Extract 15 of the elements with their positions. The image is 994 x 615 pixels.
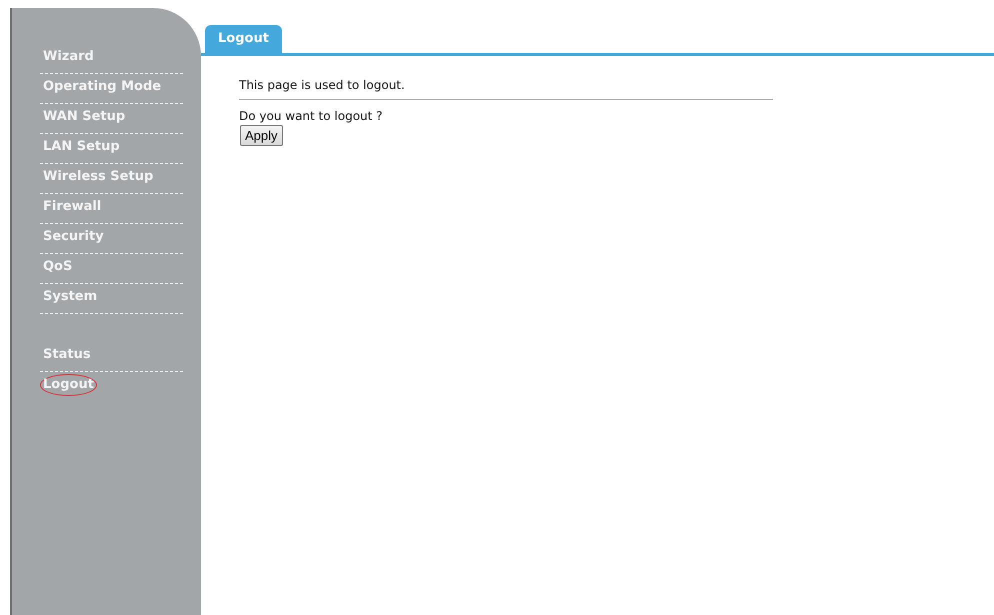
apply-button[interactable]: Apply [240, 124, 283, 146]
sidebar-item[interactable]: QoS [40, 254, 183, 284]
sidebar-item[interactable]: Wireless Setup [40, 164, 183, 194]
sidebar-item[interactable]: Firewall [40, 194, 183, 224]
page-description: This page is used to logout. [239, 76, 773, 100]
sidebar-item[interactable]: Wizard [40, 44, 183, 74]
sidebar-item[interactable]: WAN Setup [40, 104, 183, 134]
sidebar-item[interactable]: Logout [40, 372, 183, 401]
sidebar-item[interactable]: Status [40, 342, 183, 372]
sidebar-item[interactable]: Security [40, 224, 183, 254]
tab[interactable]: Logout [205, 25, 282, 52]
sidebar-item[interactable]: Operating Mode [40, 74, 183, 104]
sidebar-item[interactable]: LAN Setup [40, 134, 183, 164]
sidebar-item[interactable]: System [40, 284, 183, 314]
logout-question: Do you want to logout ? [239, 108, 384, 124]
